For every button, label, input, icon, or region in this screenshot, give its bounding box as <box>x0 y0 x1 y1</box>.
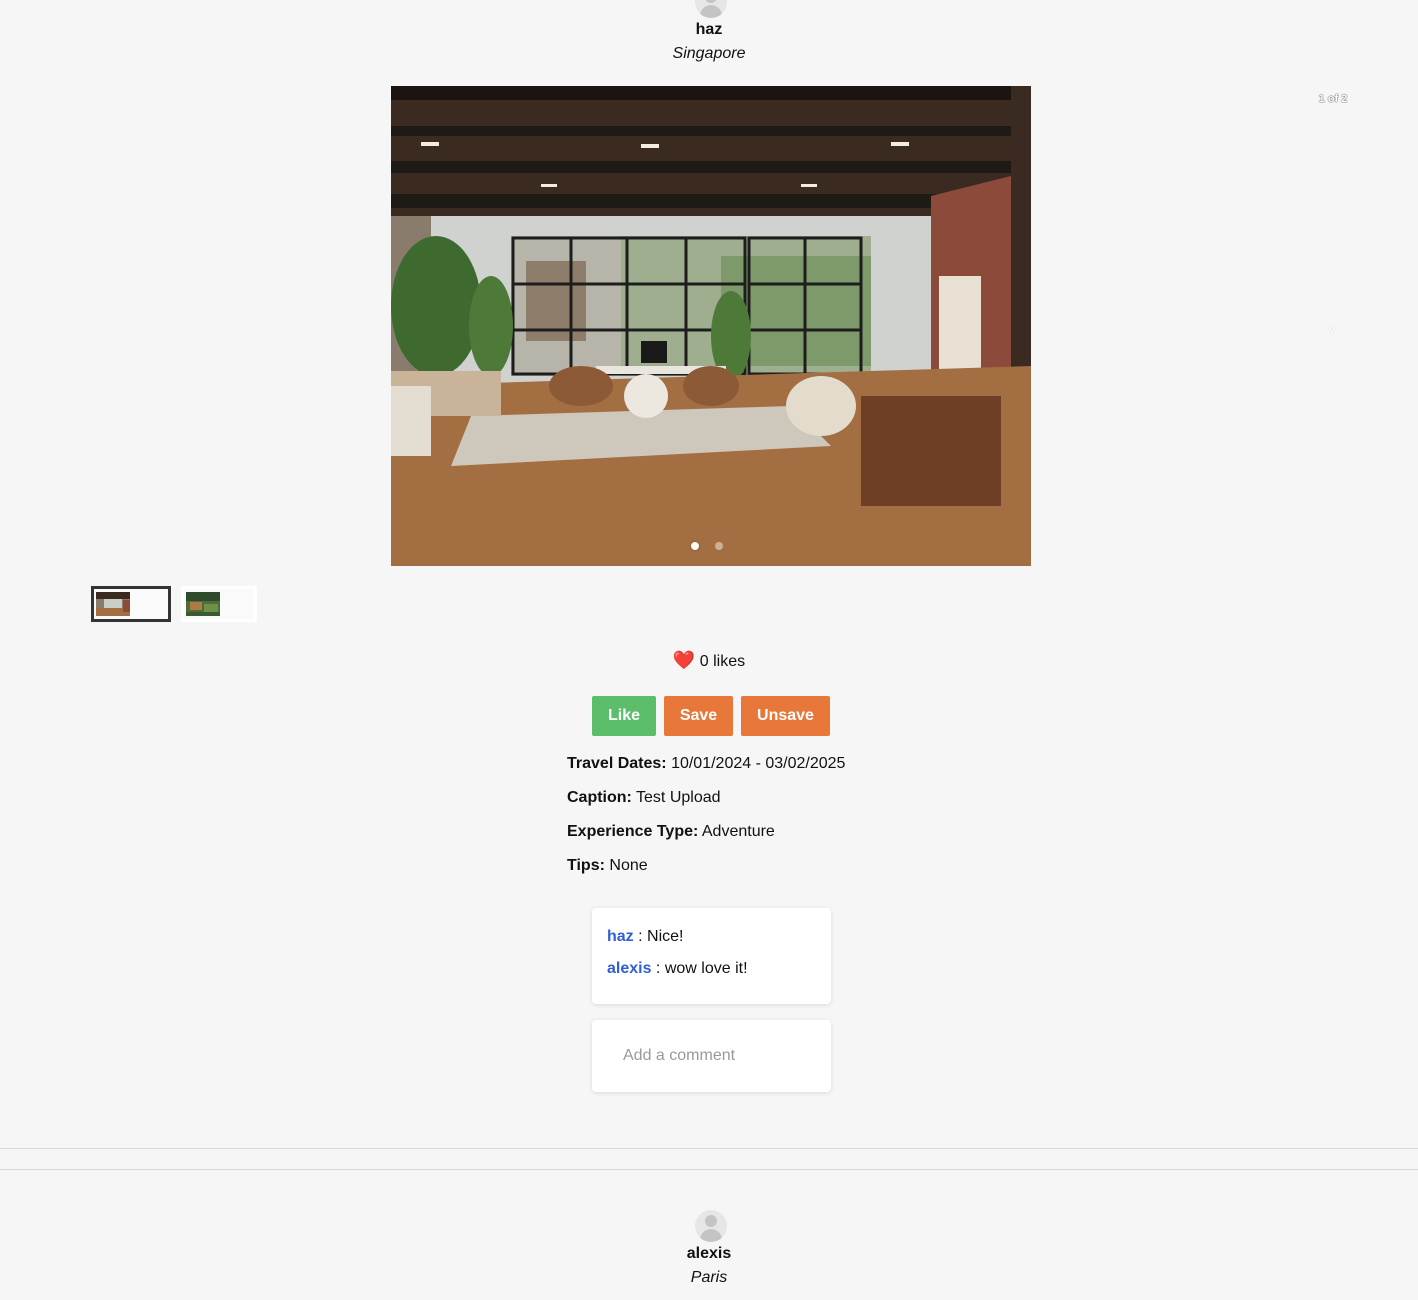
post-photo[interactable] <box>391 86 1031 566</box>
comment-text: Nice! <box>647 928 684 945</box>
tips-label: Tips: <box>567 857 605 874</box>
experience-type-value: Adventure <box>701 823 775 840</box>
post-username[interactable]: alexis <box>0 1245 1418 1263</box>
travel-dates-label: Travel Dates: <box>567 755 667 772</box>
comment-item: haz : Nice! <box>607 928 683 946</box>
office-photo-illustration <box>391 86 1031 566</box>
thumbnail-1[interactable] <box>91 586 171 622</box>
thumbnail-1-image <box>96 592 130 616</box>
avatar-head <box>705 0 717 3</box>
comment-text: wow love it! <box>664 960 748 977</box>
comment-author[interactable]: alexis <box>607 960 651 977</box>
travel-dates: Travel Dates: 10/01/2024 - 03/02/2025 <box>567 755 845 773</box>
post-divider-bottom <box>0 1169 1418 1170</box>
post-divider-top <box>0 1148 1418 1149</box>
tips: Tips: None <box>567 857 648 875</box>
avatar-head <box>705 1215 717 1227</box>
carousel-dots <box>691 542 731 552</box>
comment-input[interactable] <box>592 1020 831 1092</box>
carousel-dot-1[interactable] <box>691 542 699 550</box>
avatar-body <box>700 1229 722 1242</box>
comments-list: haz : Nice! alexis : wow love it! <box>592 908 831 1004</box>
caption-label: Caption: <box>567 789 632 806</box>
experience-type: Experience Type: Adventure <box>567 823 775 841</box>
caption-value: Test Upload <box>636 789 721 806</box>
chevron-right-icon[interactable]: › <box>1330 318 1346 338</box>
like-button[interactable]: Like <box>592 696 656 736</box>
post-username[interactable]: haz <box>0 21 1418 39</box>
travel-dates-value: 10/01/2024 - 03/02/2025 <box>671 755 846 772</box>
avatar-body <box>700 5 722 18</box>
thumbnail-2[interactable] <box>181 586 257 622</box>
carousel-dot-2[interactable] <box>715 542 723 550</box>
experience-type-label: Experience Type: <box>567 823 699 840</box>
unsave-button[interactable]: Unsave <box>741 696 830 736</box>
heart-icon: ❤️ <box>672 650 696 670</box>
comment-separator: : <box>651 960 665 977</box>
thumbnail-2-image <box>186 592 220 616</box>
comment-author[interactable]: haz <box>607 928 634 945</box>
avatar[interactable] <box>695 1210 727 1242</box>
feed-page: haz Singapore 1 of 2 › ❤️ 0 likes Like S… <box>0 0 1418 1300</box>
post-location: Paris <box>690 1269 728 1286</box>
save-button[interactable]: Save <box>664 696 733 736</box>
likes-count: ❤️ 0 likes <box>0 650 1418 671</box>
likes-text: 0 likes <box>699 653 746 670</box>
post-location: Singapore <box>672 45 746 62</box>
tips-value: None <box>609 857 648 874</box>
comment-item: alexis : wow love it! <box>607 960 748 978</box>
comment-separator: : <box>633 928 648 945</box>
slide-counter: 1 of 2 <box>1318 93 1348 105</box>
avatar[interactable] <box>695 0 727 18</box>
caption: Caption: Test Upload <box>567 789 721 807</box>
